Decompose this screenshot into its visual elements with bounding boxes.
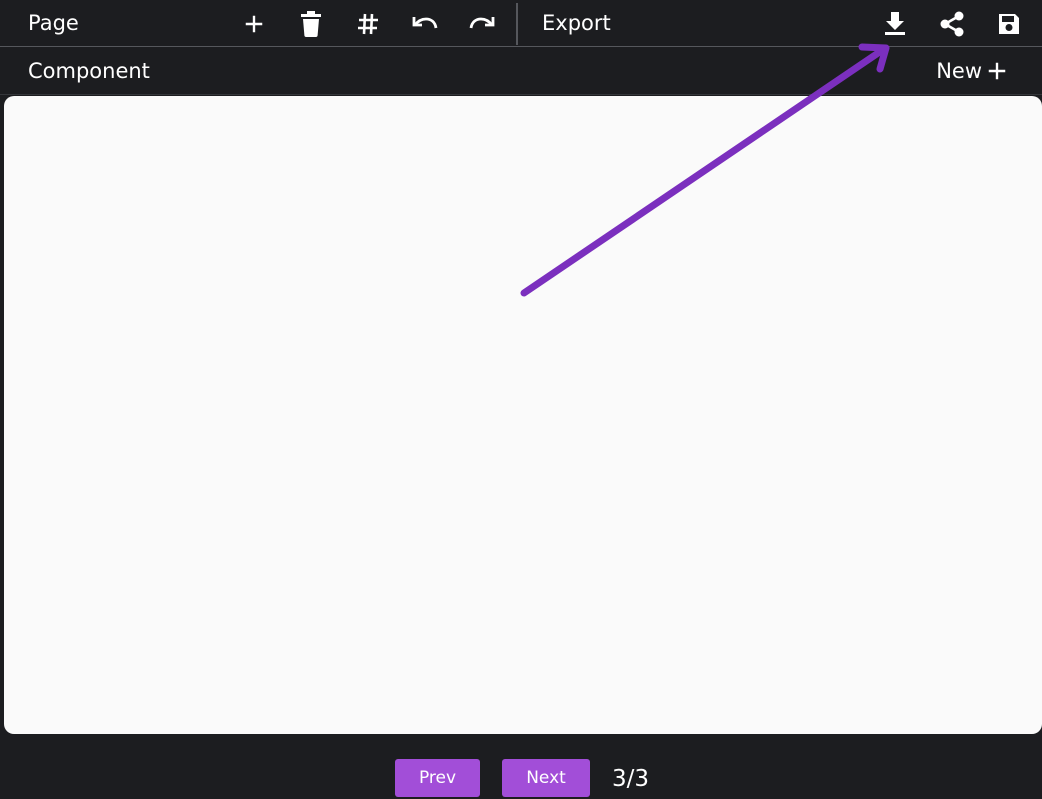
undo-icon [412,17,438,29]
download-button[interactable] [879,8,911,40]
share-icon [940,11,964,37]
next-button[interactable]: Next [502,759,590,797]
download-icon [885,12,905,35]
new-component-label: New [936,59,982,83]
plus-icon [988,62,1006,80]
page-section-label: Page [28,11,79,35]
floppy-disk-icon [999,14,1019,34]
prev-button[interactable]: Prev [395,759,480,797]
top-toolbar: Page Export [0,0,1042,47]
trash-icon [301,11,321,37]
grid-toggle-button[interactable] [352,8,384,40]
undo-button[interactable] [409,8,441,40]
component-section-label: Component [28,59,150,83]
redo-icon [469,17,495,29]
delete-page-button[interactable] [295,8,327,40]
page-indicator: 3/3 [612,766,650,792]
component-bar: Component New [0,47,1042,95]
new-component-button[interactable]: New [936,55,1008,87]
hash-icon [358,13,378,35]
pagination-bar: Prev Next 3/3 [0,759,1042,797]
redo-button[interactable] [466,8,498,40]
plus-icon [245,15,263,33]
share-button[interactable] [936,8,968,40]
toolbar-divider [516,3,518,45]
app-window: Page Export Component New Prev Next 3/3 [0,0,1042,799]
add-page-button[interactable] [238,8,270,40]
export-section-label: Export [542,11,611,35]
design-canvas[interactable] [4,96,1042,734]
save-button[interactable] [993,8,1025,40]
